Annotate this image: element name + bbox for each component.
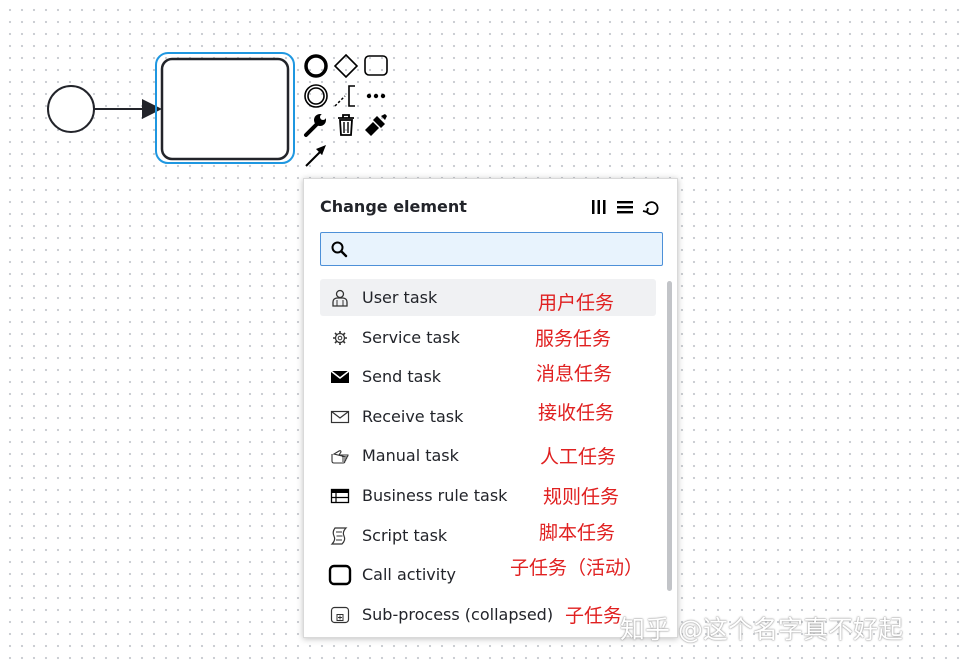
subprocess-collapsed-icon <box>330 605 350 625</box>
annotation-business-rule-task: 规则任务 <box>543 486 620 508</box>
header-icons <box>589 197 661 217</box>
list-layout-icon[interactable] <box>615 197 635 217</box>
loop-icon[interactable] <box>641 197 661 217</box>
business-rule-task-icon <box>330 486 350 506</box>
search-input[interactable] <box>355 237 659 263</box>
paintbrush-icon[interactable] <box>363 112 389 138</box>
trash-icon[interactable] <box>333 112 359 138</box>
popup-scrollbar[interactable] <box>667 281 672 591</box>
more-icon[interactable] <box>363 83 389 109</box>
popup-header: Change element <box>320 197 661 219</box>
entry-label: Receive task <box>362 406 464 426</box>
script-task-icon <box>330 526 350 546</box>
column-layout-icon[interactable] <box>589 197 609 217</box>
user-task-icon <box>330 288 350 308</box>
intermediate-event-icon[interactable] <box>303 83 329 109</box>
annotation-receive-task: 接收任务 <box>538 402 615 424</box>
search-icon <box>331 241 348 258</box>
connect-arrow-icon[interactable] <box>303 142 329 168</box>
entry-label: Manual task <box>362 446 459 466</box>
entry-label: User task <box>362 288 438 307</box>
call-activity-icon <box>328 563 352 587</box>
entry-label: Business rule task <box>362 485 508 505</box>
task-element[interactable] <box>160 57 290 161</box>
entry-label: Send task <box>362 367 442 387</box>
watermark: 知乎 @这个名字真不好起 <box>620 615 903 644</box>
annotation-send-task: 消息任务 <box>536 363 613 385</box>
task-icon[interactable] <box>363 53 389 79</box>
send-task-icon <box>330 367 350 387</box>
annotation-call-activity: 子任务（活动） <box>510 557 644 579</box>
receive-task-icon <box>330 407 350 427</box>
gateway-icon[interactable] <box>333 53 359 79</box>
annotation-subprocess: 子任务 <box>565 605 623 627</box>
entry-label: Service task <box>362 327 460 347</box>
end-event-icon[interactable] <box>303 53 329 79</box>
service-task-icon <box>330 328 350 348</box>
entry-label: Call activity <box>362 565 456 585</box>
manual-task-icon <box>330 446 350 466</box>
wrench-icon[interactable] <box>303 112 329 138</box>
entry-label: Sub-process (collapsed) <box>362 604 554 624</box>
annotation-script-task: 脚本任务 <box>539 522 616 544</box>
text-annotation-icon[interactable] <box>333 83 359 109</box>
popup-title: Change element <box>320 197 467 216</box>
start-event[interactable] <box>47 85 95 133</box>
annotation-manual-task: 人工任务 <box>540 446 617 468</box>
annotation-user-task: 用户任务 <box>538 292 615 314</box>
entry-label: Script task <box>362 525 448 545</box>
annotation-service-task: 服务任务 <box>535 328 612 350</box>
search-box <box>320 232 663 266</box>
